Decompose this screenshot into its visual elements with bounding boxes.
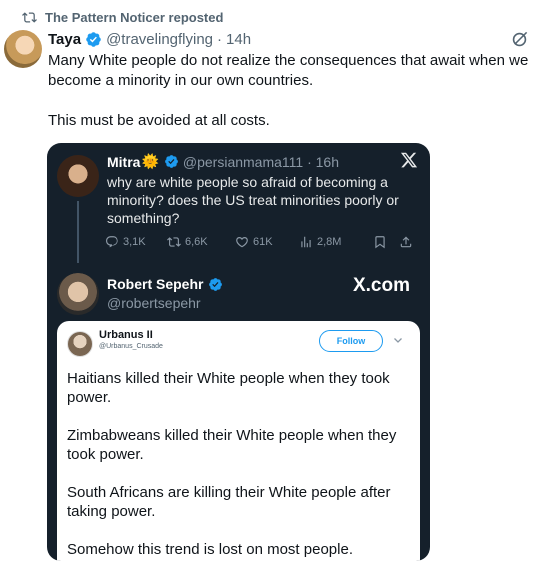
share-icon: [400, 236, 412, 248]
bookmark-icon: [375, 236, 385, 249]
embedded-paragraph: Somehow this trend is lost on most peopl…: [67, 541, 353, 558]
reply-handle: @robertsepehr: [107, 295, 201, 311]
grok-icon[interactable]: [510, 30, 529, 49]
media-image[interactable]: Mitra 🌞 @persianmama111 · 16h why are wh…: [47, 143, 430, 561]
tweet-header: Taya @travelingflying · 14h: [48, 29, 535, 49]
embedded-handle: @Urbanus_Crusade: [99, 343, 163, 350]
verified-badge-icon: [86, 31, 101, 47]
x-logo-icon: [400, 152, 418, 168]
tweet-paragraph: Many White people do not realize the con…: [48, 52, 529, 89]
bookmark-action: [373, 235, 399, 249]
quoted-actions: 3,1K 6,6K 61K 2,8M: [105, 233, 420, 251]
sun-emoji: 🌞: [141, 153, 159, 169]
like-count: 61K: [235, 235, 299, 249]
verified-badge-icon: [209, 277, 223, 291]
embedded-avatar: [67, 331, 93, 357]
tweet-paragraph: This must be avoided at all costs.: [48, 112, 270, 129]
embedded-paragraph: South Africans are killing their White p…: [67, 484, 391, 520]
author-avatar[interactable]: [4, 30, 42, 68]
tweet-timestamp[interactable]: 14h: [226, 31, 251, 48]
heart-icon: [236, 237, 248, 248]
quoted-header: Mitra 🌞 @persianmama111 · 16h: [107, 153, 339, 170]
repost-icon: [167, 237, 181, 247]
tweet-text: Many White people do not realize the con…: [48, 51, 538, 131]
quoted-handle-time: @persianmama111 · 16h: [182, 153, 339, 170]
embedded-text: Haitians killed their White people when …: [67, 369, 412, 561]
quoted-name: Mitra: [107, 153, 141, 170]
reply-avatar: [57, 273, 99, 315]
repost-icon: [22, 11, 37, 23]
reply-name: Robert Sepehr: [107, 276, 204, 292]
embedded-paragraph: Zimbabweans killed their White people wh…: [67, 427, 397, 463]
chevron-down-icon: [394, 338, 402, 343]
embedded-tweet-card: Urbanus II @Urbanus_Crusade Follow Haiti…: [57, 321, 420, 561]
reply-name-row: Robert Sepehr: [107, 276, 227, 292]
author-name[interactable]: Taya: [48, 31, 81, 48]
thread-connector: [77, 201, 79, 263]
separator-dot: ·: [217, 30, 223, 48]
repost-count: 6,6K: [167, 235, 235, 249]
repost-label: The Pattern Noticer reposted: [45, 9, 224, 25]
author-handle[interactable]: @travelingflying: [106, 31, 213, 48]
share-action: [399, 235, 413, 249]
follow-button: Follow: [319, 330, 383, 352]
views-icon: [301, 236, 311, 248]
verified-badge-icon: [164, 155, 178, 168]
embedded-paragraph: Haitians killed their White people when …: [67, 370, 390, 406]
reply-count: 3,1K: [105, 235, 167, 249]
reply-icon: [106, 236, 118, 248]
repost-indicator[interactable]: The Pattern Noticer reposted: [22, 8, 223, 26]
embedded-name: Urbanus II: [99, 329, 153, 341]
view-count: 2,8M: [299, 235, 373, 249]
xcom-watermark: X.com: [352, 275, 410, 296]
quoted-avatar: [57, 155, 99, 197]
quoted-text: why are white people so afraid of becomi…: [107, 174, 399, 226]
